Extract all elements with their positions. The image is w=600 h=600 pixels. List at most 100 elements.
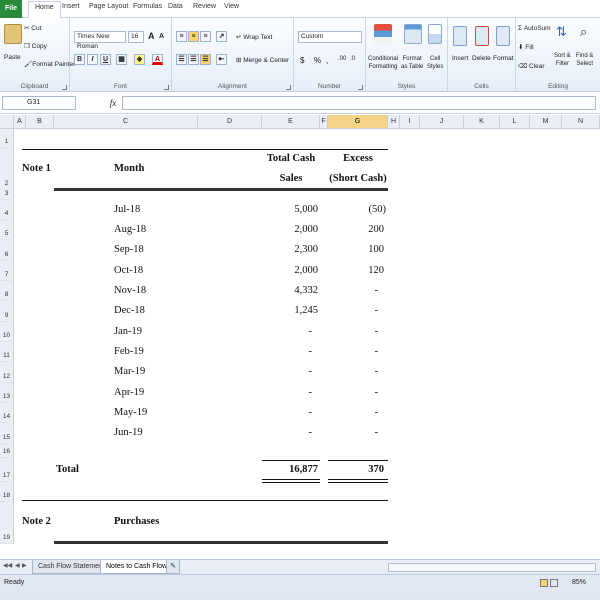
delete-cells-icon[interactable] [475, 26, 489, 46]
row-header[interactable]: 1 [0, 129, 14, 148]
orientation-icon[interactable]: ↗ [216, 31, 227, 42]
currency-button[interactable]: $ [300, 56, 304, 65]
shrink-font-button[interactable]: A [159, 33, 164, 40]
delete-button[interactable]: Delete [472, 55, 491, 62]
merge-center-button[interactable]: ⊞ Merge & Center [236, 56, 289, 64]
conditional-formatting-icon[interactable] [374, 24, 392, 44]
fill-color-icon[interactable]: ◈ [134, 54, 145, 65]
cut-button[interactable]: ✂ Cut [24, 24, 41, 32]
clear-button[interactable]: ⌫ Clear [518, 62, 545, 70]
row-header[interactable]: 11 [0, 342, 14, 362]
row-header[interactable]: 15 [0, 423, 14, 444]
format-button[interactable]: Format [493, 55, 514, 62]
format-cells-icon[interactable] [496, 26, 510, 46]
new-sheet-icon[interactable]: ✎ [166, 560, 180, 574]
increase-decimal-icon[interactable]: .00 [338, 56, 346, 62]
find-select-icon[interactable]: ⌕ [580, 24, 587, 40]
insert-button[interactable]: Insert [452, 55, 468, 62]
decrease-decimal-icon[interactable]: .0 [350, 56, 355, 62]
font-size-select[interactable]: 16 [128, 31, 144, 43]
next-sheet-icon[interactable]: ▶ [22, 562, 27, 569]
italic-button[interactable]: I [87, 54, 98, 65]
align-top-icon[interactable]: ≡ [176, 31, 187, 42]
font-color-button[interactable]: A [152, 54, 163, 65]
row-header[interactable]: 3 [0, 190, 14, 200]
column-header-k[interactable]: K [464, 115, 500, 129]
row-header[interactable]: 19 [0, 502, 14, 544]
format-as-table-icon[interactable] [404, 24, 422, 44]
clipboard-launcher-icon[interactable] [62, 85, 67, 90]
wrap-text-button[interactable]: ↵ Wrap Text [236, 33, 272, 41]
tab-review[interactable]: Review [193, 3, 216, 10]
function-icon[interactable]: fx [106, 96, 120, 110]
sort-filter-button[interactable]: Sort & Filter [554, 52, 571, 68]
find-select-button[interactable]: Find & Select [576, 52, 593, 68]
page-layout-view-icon[interactable] [550, 579, 558, 587]
number-format-select[interactable]: Custom [298, 31, 362, 43]
zoom-level[interactable]: 85% [572, 575, 586, 591]
align-bottom-icon[interactable]: ≡ [200, 31, 211, 42]
conditional-formatting-button[interactable]: Conditional Formatting [368, 55, 398, 71]
underline-button[interactable]: U [100, 54, 111, 65]
paste-button[interactable]: Paste [4, 54, 21, 61]
column-header-f[interactable]: F [320, 115, 328, 129]
column-header-d[interactable]: D [198, 115, 262, 129]
column-header-g[interactable]: G [328, 115, 388, 129]
tab-view[interactable]: View [224, 3, 239, 10]
column-header-m[interactable]: M [530, 115, 562, 129]
first-sheet-icon[interactable]: ◀◀ [3, 562, 12, 569]
column-header-c[interactable]: C [54, 115, 198, 129]
tab-home[interactable]: Home [28, 1, 61, 18]
row-header[interactable]: 4 [0, 200, 14, 220]
decrease-indent-icon[interactable]: ⇤ [216, 54, 227, 65]
paste-icon[interactable] [4, 24, 22, 44]
column-header-e[interactable]: E [262, 115, 320, 129]
row-header[interactable]: 18 [0, 482, 14, 502]
row-header[interactable]: 2 [0, 148, 14, 190]
format-painter-button[interactable]: 🖌Format Painter [24, 60, 75, 68]
borders-icon[interactable]: ▦ [116, 54, 127, 65]
normal-view-icon[interactable] [540, 579, 548, 587]
column-header-j[interactable]: J [420, 115, 464, 129]
column-header-a[interactable]: A [14, 115, 26, 129]
format-as-table-button[interactable]: Format as Table [401, 55, 423, 71]
tab-page-layout[interactable]: Page Layout [89, 3, 128, 10]
column-header-h[interactable]: H [388, 115, 400, 129]
percent-button[interactable]: % [314, 56, 321, 65]
prev-sheet-icon[interactable]: ◀ [15, 562, 20, 569]
row-header[interactable]: 5 [0, 220, 14, 240]
select-all-corner[interactable] [0, 115, 14, 129]
font-name-select[interactable]: Times New Roman [74, 31, 126, 50]
row-header[interactable]: 9 [0, 301, 14, 322]
formula-input[interactable] [122, 96, 596, 110]
row-header[interactable]: 12 [0, 362, 14, 383]
row-header[interactable]: 8 [0, 281, 14, 301]
row-header[interactable]: 14 [0, 403, 14, 423]
row-header[interactable]: 6 [0, 240, 14, 261]
row-header[interactable]: 10 [0, 322, 14, 342]
column-header-n[interactable]: N [562, 115, 600, 129]
grow-font-button[interactable]: A [148, 31, 155, 41]
sheet-tab-notes-to-cash-flow[interactable]: Notes to Cash Flow [100, 560, 174, 574]
tab-file[interactable]: File [0, 0, 22, 18]
copy-button[interactable]: ❐ Copy [24, 42, 47, 50]
row-header[interactable]: 17 [0, 458, 14, 482]
tab-data[interactable]: Data [168, 3, 183, 10]
cell-styles-icon[interactable] [428, 24, 442, 44]
row-header[interactable]: 13 [0, 383, 14, 403]
column-header-l[interactable]: L [500, 115, 530, 129]
row-header[interactable]: 16 [0, 444, 14, 458]
align-middle-icon[interactable]: ≡ [188, 31, 199, 42]
cell-styles-button[interactable]: Cell Styles [427, 55, 443, 71]
number-launcher-icon[interactable] [358, 85, 363, 90]
tab-insert[interactable]: Insert [62, 3, 80, 10]
horizontal-scrollbar[interactable] [388, 563, 596, 572]
font-launcher-icon[interactable] [164, 85, 169, 90]
insert-cells-icon[interactable] [453, 26, 467, 46]
alignment-launcher-icon[interactable] [286, 85, 291, 90]
column-header-b[interactable]: B [26, 115, 54, 129]
autosum-button[interactable]: Σ AutoSum [518, 25, 551, 32]
align-left-icon[interactable]: ☰ [176, 54, 187, 65]
bold-button[interactable]: B [74, 54, 85, 65]
tab-formulas[interactable]: Formulas [133, 3, 162, 10]
